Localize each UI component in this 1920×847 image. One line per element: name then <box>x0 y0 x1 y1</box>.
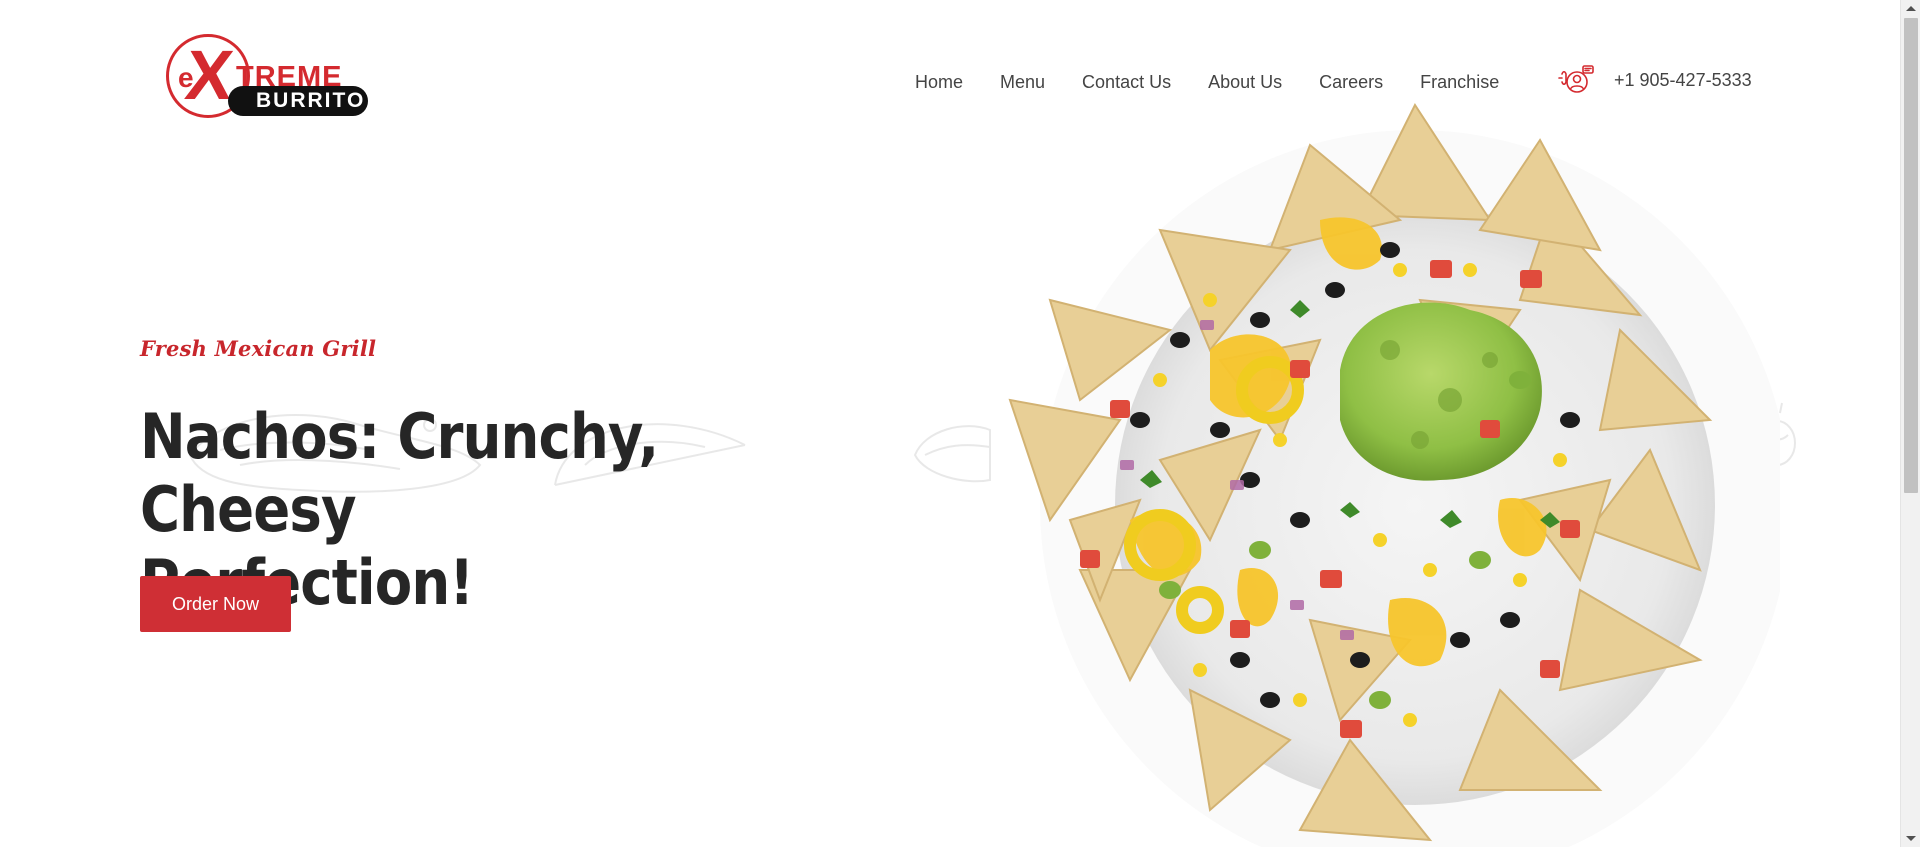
delivery-phone-icon[interactable] <box>1558 62 1596 100</box>
nav-careers[interactable]: Careers <box>1319 70 1383 94</box>
main-nav: Home Menu Contact Us About Us Careers Fr… <box>915 70 1499 94</box>
hero-headline-line-1: Nachos: Crunchy, Cheesy <box>140 400 659 546</box>
scroll-down-icon[interactable] <box>1906 836 1916 841</box>
nachos-plate-image <box>1008 102 1780 847</box>
nav-about-us[interactable]: About Us <box>1208 70 1282 94</box>
order-now-button[interactable]: Order Now <box>140 576 291 632</box>
nav-menu[interactable]: Menu <box>1000 70 1045 94</box>
nav-contact-us[interactable]: Contact Us <box>1082 70 1171 94</box>
page-scrollbar[interactable] <box>1900 0 1920 847</box>
nav-home[interactable]: Home <box>915 70 963 94</box>
logo-sub-pill: BURRITO <box>228 86 368 116</box>
hero-tagline: Fresh Mexican Grill <box>140 336 377 361</box>
page: e X TREME BURRITO Home Menu Contact Us A… <box>0 0 1920 847</box>
scrollbar-thumb[interactable] <box>1904 18 1918 493</box>
nav-franchise[interactable]: Franchise <box>1420 70 1499 94</box>
phone-number[interactable]: +1 905-427-5333 <box>1614 68 1752 92</box>
scroll-up-icon[interactable] <box>1906 6 1916 11</box>
brand-logo[interactable]: e X TREME BURRITO <box>166 32 371 120</box>
